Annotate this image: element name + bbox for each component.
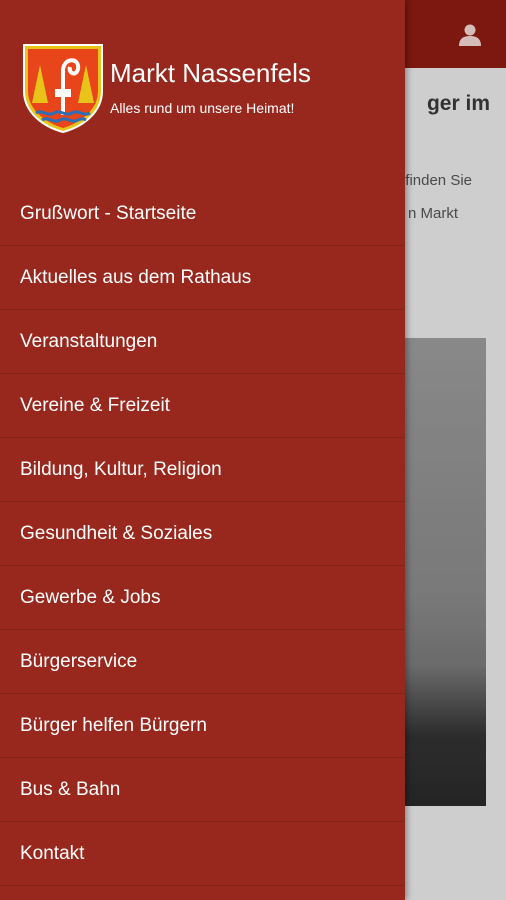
menu-item-kontakt[interactable]: Kontakt [0,822,405,886]
menu-item-vereine[interactable]: Vereine & Freizeit [0,374,405,438]
menu-item-buergerservice[interactable]: Bürgerservice [0,630,405,694]
menu-item-grusswort[interactable]: Grußwort - Startseite [0,182,405,246]
menu-item-aktuelles[interactable]: Aktuelles aus dem Rathaus [0,246,405,310]
app-tagline: Alles rund um unsere Heimat! [110,100,295,116]
drawer-menu: Grußwort - Startseite Aktuelles aus dem … [0,182,405,886]
menu-item-buerger-helfen[interactable]: Bürger helfen Bürgern [0,694,405,758]
app-title: Markt Nassenfels [110,58,311,88]
navigation-drawer: Markt Nassenfels Alles rund um unsere He… [0,0,405,900]
menu-item-gewerbe[interactable]: Gewerbe & Jobs [0,566,405,630]
screen: ger im finden Sie n Markt Markt Nassenfe… [0,0,506,900]
menu-item-gesundheit[interactable]: Gesundheit & Soziales [0,502,405,566]
coat-of-arms-icon [22,43,104,134]
menu-item-bildung[interactable]: Bildung, Kultur, Religion [0,438,405,502]
menu-item-bus-bahn[interactable]: Bus & Bahn [0,758,405,822]
menu-item-veranstaltungen[interactable]: Veranstaltungen [0,310,405,374]
drawer-header: Markt Nassenfels Alles rund um unsere He… [0,0,405,180]
